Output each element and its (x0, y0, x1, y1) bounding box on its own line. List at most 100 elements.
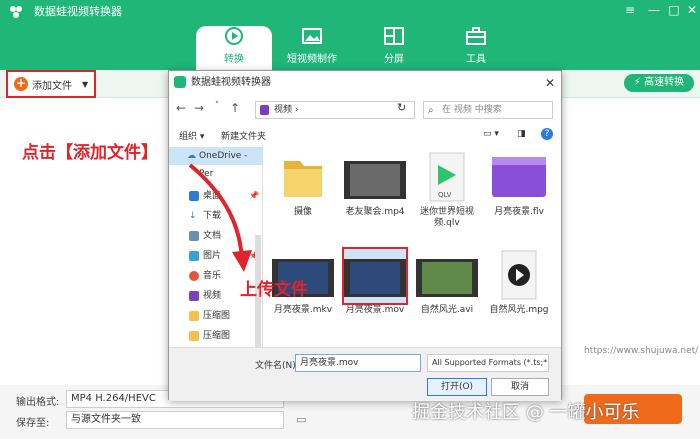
menu-icon[interactable]: ≡ (620, 2, 640, 18)
tab-convert[interactable]: 转换 (196, 26, 272, 70)
file-item-video[interactable]: 自然风光.avi (413, 249, 481, 316)
save-label: 保存至: (16, 418, 50, 429)
view-icon[interactable]: ▭ ▾ (483, 129, 499, 139)
file-item-qlv[interactable]: QLV 迷你世界短视频.qlv (413, 151, 481, 229)
tab-short-video[interactable]: 短视频制作 (274, 26, 350, 70)
tab-tools[interactable]: 工具 (438, 26, 514, 70)
fast-convert-label: 高速转换 (644, 77, 685, 88)
file-name: 迷你世界短视频.qlv (419, 207, 474, 228)
qlv-file-icon: QLV (429, 152, 465, 202)
file-name: 摄像 (293, 207, 312, 217)
credit-watermark: 掘金技术社区 @ 一罐小可乐 (412, 402, 640, 423)
save-path-select[interactable]: 与源文件夹一致 (66, 411, 284, 429)
up-icon[interactable]: ↑ (227, 101, 243, 115)
address-path: 视频 (274, 105, 293, 115)
forward-icon[interactable]: → (191, 101, 207, 115)
plus-icon: + (14, 76, 28, 91)
preview-pane-icon[interactable]: ◨ (517, 129, 526, 139)
tab-split-screen[interactable]: 分屏 (356, 26, 432, 70)
sidebar-item-folder[interactable]: 压缩图 (169, 307, 262, 325)
image-icon (302, 28, 322, 44)
back-icon[interactable]: ← (173, 101, 189, 115)
minimize-icon[interactable]: — (644, 2, 664, 18)
app-title: 数据蛙视频转换器 (34, 5, 122, 18)
chevron-down-icon[interactable]: ▼ (82, 80, 88, 89)
file-item-video[interactable]: 老友聚会.mp4 (341, 151, 409, 218)
video-thumbnail-icon (344, 161, 406, 199)
toolbox-icon (466, 27, 486, 45)
tab-label: 转换 (224, 54, 244, 65)
flv-file-icon (492, 157, 546, 197)
search-placeholder: 在 视频 中搜索 (442, 105, 502, 115)
add-file-label: 添加文件 (32, 80, 72, 92)
file-name: 月亮夜景.mov (345, 305, 405, 315)
tab-label: 分屏 (384, 54, 404, 65)
close-icon[interactable]: ✕ (682, 2, 700, 18)
cancel-button[interactable]: 取消 (491, 378, 549, 396)
file-name: 月亮夜景.mkv (273, 305, 333, 315)
file-name: 老友聚会.mp4 (345, 207, 405, 217)
filetype-select[interactable]: All Supported Formats (*.ts;* (427, 354, 549, 372)
address-bar[interactable]: 视频 › (255, 101, 415, 119)
filename-label: 文件名(N): (255, 361, 299, 371)
filename-input[interactable]: 月亮夜景.mov (295, 354, 421, 372)
organize-label: 组织 (179, 132, 198, 142)
sidebar-item-label: 压缩图 (203, 331, 231, 341)
thumbnail (344, 151, 406, 205)
convert-icon (225, 27, 243, 45)
file-item-mpg[interactable]: 自然风光.mpg (485, 249, 553, 316)
open-button[interactable]: 打开(O) (427, 378, 487, 396)
thumbnail (272, 151, 334, 205)
tab-label: 短视频制作 (287, 54, 337, 65)
file-name: 自然风光.avi (420, 305, 474, 315)
click-hint-annotation: 点击【添加文件】 (22, 143, 158, 163)
sidebar-item-folder[interactable]: 压缩图 (169, 327, 262, 345)
file-item-flv[interactable]: 月亮夜景.flv (485, 151, 553, 218)
file-name: 月亮夜景.flv (494, 207, 544, 217)
thumbnail (342, 247, 408, 305)
search-input[interactable]: ⌕ 在 视频 中搜索 (423, 101, 553, 119)
new-folder-button[interactable]: 新建文件夹 (221, 129, 266, 142)
app-header: 数据蛙视频转换器 ≡ — □ ✕ 转换 短视频制作 分屏 工具 (0, 0, 700, 70)
red-arrow-annotation (188, 163, 252, 272)
fast-convert-button[interactable]: ⚡ 高速转换 (624, 74, 694, 92)
dialog-title: 数据蛙视频转换器 (191, 77, 271, 88)
add-file-button[interactable]: + 添加文件 ▼ (6, 70, 96, 98)
upload-hint-annotation: 上传文件 (240, 280, 308, 300)
tab-label: 工具 (466, 54, 486, 65)
app-logo-icon (10, 6, 22, 18)
video-icon (189, 291, 199, 301)
dialog-nav-row: ← → ˅ ↑ 视频 › ↻ ⌕ 在 视频 中搜索 (169, 97, 561, 123)
app-window: 数据蛙视频转换器 ≡ — □ ✕ 转换 短视频制作 分屏 工具 + 添加文件 ▼… (0, 0, 700, 439)
thumbnail (488, 249, 550, 303)
split-screen-icon (384, 27, 404, 45)
organize-menu[interactable]: 组织 ▾ (179, 129, 204, 142)
video-thumbnail-icon (416, 259, 478, 297)
dialog-titlebar: 数据蛙视频转换器 ✕ (169, 71, 561, 95)
sidebar-item-label: 压缩图 (203, 311, 231, 321)
mpg-file-icon (501, 250, 537, 300)
folder-icon[interactable]: ▭ (296, 413, 306, 426)
file-name: 自然风光.mpg (489, 305, 549, 315)
dialog-footer: 文件名(N): 月亮夜景.mov All Supported Formats (… (169, 347, 561, 401)
help-icon[interactable]: ? (541, 128, 553, 140)
dialog-command-row: 组织 ▾ 新建文件夹 ▭ ▾ ◨ ? (169, 125, 561, 145)
file-item-video-selected[interactable]: 月亮夜景.mov (341, 247, 409, 316)
search-icon: ⌕ (428, 105, 434, 116)
maximize-icon[interactable]: □ (664, 2, 684, 18)
refresh-icon[interactable]: ↻ (397, 101, 406, 114)
video-folder-icon (260, 105, 269, 115)
format-label: 输出格式: (16, 397, 60, 408)
folder-icon (189, 311, 199, 321)
site-watermark: https://www.shujuwa.net/ (584, 346, 699, 356)
file-grid: 摄像 老友聚会.mp4 QLV 迷你世界短视频.qlv 月亮夜景.flv 月亮夜… (265, 145, 561, 347)
thumbnail (416, 249, 478, 303)
lightning-icon: ⚡ (633, 77, 641, 88)
thumbnail (488, 151, 550, 205)
file-item-folder[interactable]: 摄像 (269, 151, 337, 218)
chevron-down-icon[interactable]: ˅ (209, 101, 225, 111)
thumbnail: QLV (416, 151, 478, 205)
close-icon[interactable]: ✕ (545, 71, 555, 95)
folder-icon (189, 331, 199, 341)
folder-icon (284, 161, 322, 197)
